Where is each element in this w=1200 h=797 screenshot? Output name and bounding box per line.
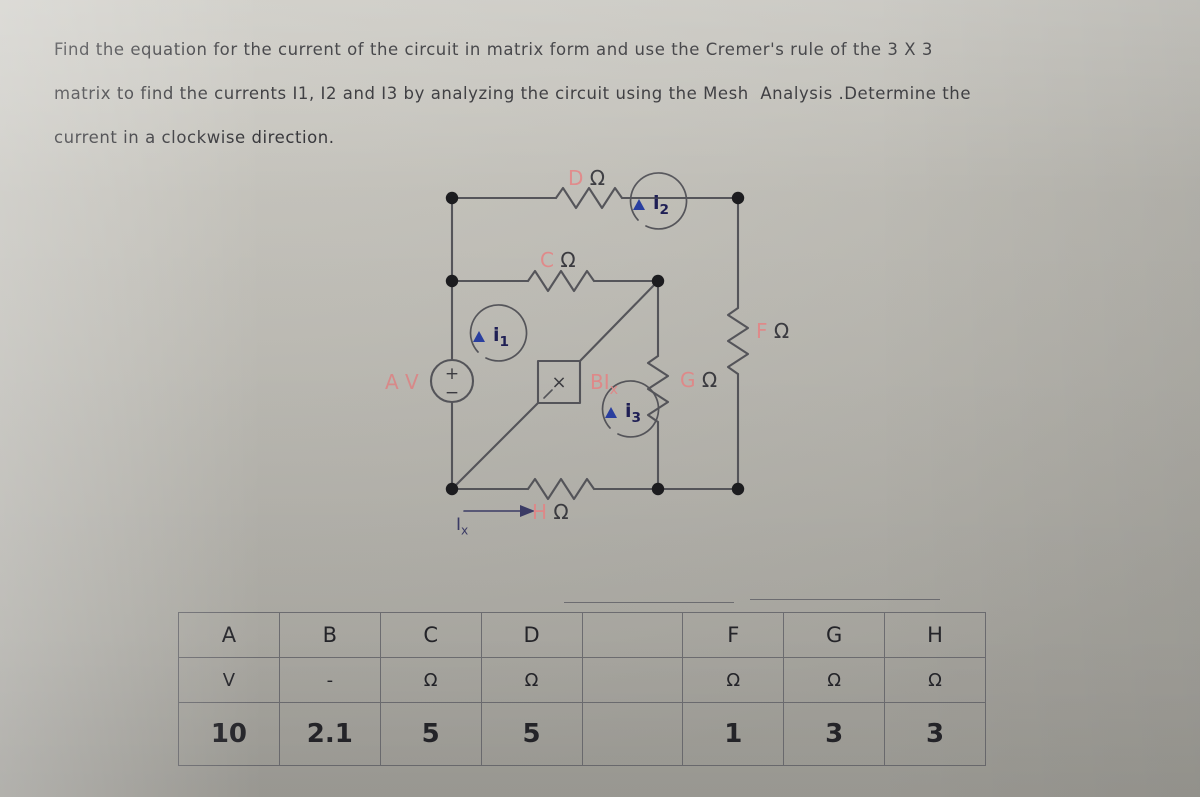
- source-polarity: + −: [445, 364, 459, 403]
- resistor-C-zigzag: [526, 269, 596, 293]
- resistor-D-zigzag: [554, 186, 624, 210]
- label-resistor-D: D Ω: [568, 166, 606, 190]
- label-resistor-H: H Ω: [532, 500, 569, 524]
- table-cell-unit-5: Ω: [682, 657, 785, 703]
- label-dependent-source: BIx: [590, 370, 619, 398]
- table-cell-unit-6: Ω: [783, 657, 886, 703]
- question-text: Find the equation for the current of the…: [54, 28, 1154, 160]
- circuit-diagram: + − × D Ω C Ω F Ω G Ω H Ω A V BIx Ix i1 …: [360, 160, 830, 550]
- table-cell-header-2: C: [379, 612, 482, 658]
- table-cell-value-3: 5: [480, 702, 583, 766]
- circuit-schematic-svg: + − ×: [429, 172, 750, 517]
- table-cell-value-7: 3: [884, 702, 986, 766]
- wire-diagonal-lower: [450, 401, 540, 491]
- table-row-header: A B C D F G H: [178, 612, 986, 658]
- label-mesh-current-i1: i1: [493, 324, 510, 350]
- label-branch-current-ix: Ix: [456, 515, 469, 538]
- node-bottom-mid: [651, 482, 665, 496]
- label-mesh-current-i2: i2: [653, 192, 670, 218]
- label-resistor-F: F Ω: [756, 319, 790, 343]
- table-cell-header-5: F: [682, 612, 785, 658]
- table-row-values: 10 2.1 5 5 1 3 3: [178, 702, 986, 766]
- table-cell-unit-1: -: [278, 657, 381, 703]
- table-cell-value-1: 2.1: [278, 702, 381, 766]
- table-cell-header-7: H: [884, 612, 986, 658]
- table-cell-header-1: B: [278, 612, 381, 658]
- table-stray-line-2: [750, 599, 940, 600]
- resistor-F-zigzag: [726, 306, 750, 376]
- source-minus-glyph: −: [445, 383, 459, 403]
- arrowhead-i2: [633, 199, 645, 210]
- arrowhead-i3: [605, 407, 617, 418]
- table-cell-header-0: A: [178, 612, 280, 658]
- dependent-source-x-glyph: ×: [551, 372, 566, 393]
- wire-diagonal-upper: [578, 279, 660, 363]
- table-cell-unit-2: Ω: [379, 657, 482, 703]
- resistor-H-zigzag: [526, 477, 596, 501]
- question-line-2: matrix to find the currents I1, I2 and I…: [54, 84, 972, 103]
- table-cell-value-6: 3: [783, 702, 886, 766]
- table-cell-unit-3: Ω: [480, 657, 583, 703]
- table-stray-line-1: [564, 602, 734, 603]
- label-source-voltage: A V: [385, 370, 419, 394]
- question-line-3: current in a clockwise direction.: [54, 128, 335, 147]
- arrowhead-i1: [473, 331, 485, 342]
- table-cell-value-2: 5: [379, 702, 482, 766]
- node-bottom-left: [445, 482, 459, 496]
- table-cell-value-5: 1: [682, 702, 785, 766]
- node-mid-left: [445, 274, 459, 288]
- node-bottom-right: [731, 482, 745, 496]
- table-row-units: V - Ω Ω Ω Ω Ω: [178, 657, 986, 703]
- label-mesh-current-i3: i3: [625, 400, 642, 426]
- table-cell-unit-7: Ω: [884, 657, 986, 703]
- values-table: A B C D F G H V - Ω Ω Ω Ω Ω 10 2.1 5 5 1…: [178, 612, 986, 766]
- node-top-left: [445, 191, 459, 205]
- table-cell-value-0: 10: [178, 702, 280, 766]
- label-resistor-C: C Ω: [540, 248, 576, 272]
- table-cell-header-6: G: [783, 612, 886, 658]
- values-table-container: A B C D F G H V - Ω Ω Ω Ω Ω 10 2.1 5 5 1…: [178, 599, 986, 766]
- question-line-1: Find the equation for the current of the…: [54, 40, 933, 59]
- node-mid-right: [651, 274, 665, 288]
- table-cell-value-4: [581, 702, 684, 766]
- table-cell-header-4: [581, 612, 684, 658]
- table-cell-unit-0: V: [178, 657, 280, 703]
- source-plus-glyph: +: [445, 364, 459, 384]
- table-cell-header-3: D: [480, 612, 583, 658]
- table-cell-unit-4: [581, 657, 684, 703]
- node-top-right: [731, 191, 745, 205]
- label-resistor-G: G Ω: [680, 368, 718, 392]
- mesh-arrowheads: [473, 199, 645, 517]
